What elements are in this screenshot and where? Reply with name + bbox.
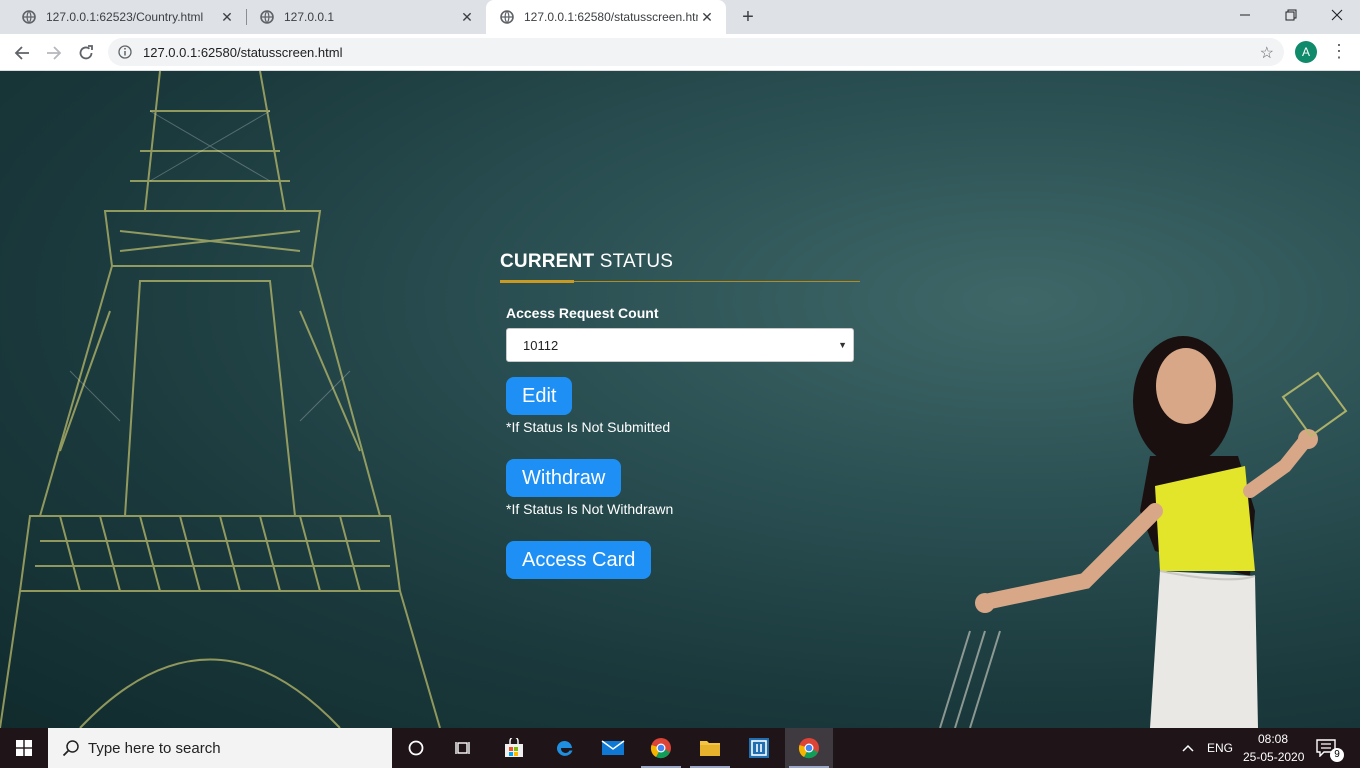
access-request-count-label: Access Request Count [506, 305, 659, 321]
new-tab-button[interactable]: + [738, 7, 758, 27]
search-icon [62, 740, 79, 757]
mail-icon [601, 740, 625, 755]
chrome-active-taskbar-button[interactable] [785, 728, 833, 768]
close-icon [1331, 9, 1343, 21]
task-view-button[interactable] [440, 728, 488, 768]
clock-date[interactable]: 25-05-2020 [1243, 750, 1304, 764]
taskbar: Type here to search ENG 08:08 25-05-2020… [0, 728, 1360, 768]
show-hidden-icons-button[interactable] [1176, 728, 1200, 768]
restore-button[interactable] [1268, 0, 1314, 30]
back-button[interactable] [10, 41, 34, 65]
page-title: CURRENT STATUS [500, 251, 860, 277]
edit-note: *If Status Is Not Submitted [506, 419, 671, 435]
url-text[interactable]: 127.0.0.1:62580/statusscreen.html [143, 45, 342, 60]
withdraw-note: *If Status Is Not Withdrawn [506, 501, 674, 517]
browser-menu-icon[interactable]: ⋮ [1330, 41, 1348, 63]
tab-title: 127.0.0.1:62523/Country.html [46, 10, 204, 24]
dropdown-arrow-icon: ▼ [838, 340, 847, 350]
tab-strip: 127.0.0.1:62523/Country.html ✕ 127.0.0.1… [0, 0, 1360, 34]
taskbar-search-box[interactable]: Type here to search [48, 728, 392, 768]
browser-toolbar: 127.0.0.1:62580/statusscreen.html ☆ A ⋮ [0, 34, 1360, 71]
bookmark-star-icon[interactable]: ☆ [1260, 43, 1274, 63]
clock-time[interactable]: 08:08 [1258, 732, 1288, 746]
language-indicator[interactable]: ENG [1207, 741, 1233, 755]
store-button[interactable] [490, 728, 538, 768]
file-explorer-button[interactable] [686, 728, 734, 768]
reload-icon [79, 45, 93, 60]
store-bag-icon [505, 738, 523, 757]
cortana-circle-icon [408, 740, 424, 756]
start-button[interactable] [0, 728, 48, 768]
selected-value: 10112 [523, 338, 559, 353]
close-tab-icon[interactable]: ✕ [700, 10, 714, 24]
tab-country[interactable]: 127.0.0.1:62523/Country.html ✕ [0, 0, 246, 34]
profile-avatar[interactable]: A [1295, 41, 1317, 63]
heading-light: STATUS [599, 251, 674, 272]
passport-sketch [1281, 371, 1348, 438]
mail-button[interactable] [589, 728, 637, 768]
close-tab-icon[interactable]: ✕ [460, 10, 474, 24]
close-window-button[interactable] [1314, 0, 1360, 30]
close-tab-icon[interactable]: ✕ [220, 10, 234, 24]
tab-statusscreen[interactable]: 127.0.0.1:62580/statusscreen.html ✕ [486, 0, 726, 34]
bracket-app-icon [749, 738, 769, 758]
edge-button[interactable] [540, 728, 588, 768]
chrome-icon [650, 738, 671, 759]
heading-underline [500, 280, 860, 283]
windows-logo-icon [16, 740, 32, 756]
heading-underline-accent [500, 280, 574, 283]
eiffel-tower-sketch [0, 71, 441, 728]
forward-arrow-icon [47, 46, 62, 60]
minimize-icon [1240, 14, 1250, 16]
task-view-icon [455, 742, 470, 754]
chrome-icon [798, 738, 819, 759]
chrome-taskbar-button[interactable] [637, 728, 685, 768]
woman-figure [975, 336, 1318, 728]
address-bar[interactable]: 127.0.0.1:62580/statusscreen.html ☆ [108, 38, 1284, 66]
cortana-button[interactable] [392, 728, 440, 768]
tab-localhost[interactable]: 127.0.0.1 ✕ [238, 0, 486, 34]
edit-button[interactable]: Edit [506, 377, 573, 415]
minimize-button[interactable] [1222, 0, 1268, 30]
back-arrow-icon [14, 46, 29, 60]
chevron-up-icon [1182, 744, 1194, 752]
action-center-button[interactable]: 9 [1306, 728, 1346, 768]
folder-icon [700, 741, 720, 756]
access-card-button[interactable]: Access Card [506, 541, 652, 579]
tab-title: 127.0.0.1 [284, 10, 335, 24]
withdraw-button[interactable]: Withdraw [506, 459, 622, 497]
heading-bold: CURRENT [500, 251, 595, 272]
access-request-count-select[interactable]: 10112 ▼ [506, 328, 854, 362]
info-icon[interactable] [118, 45, 132, 59]
reload-button[interactable] [74, 41, 98, 65]
tab-title: 127.0.0.1:62580/statusscreen.html [524, 10, 698, 24]
globe-icon [260, 10, 274, 24]
globe-icon [22, 10, 36, 24]
status-page: CURRENT STATUS Access Request Count 1011… [0, 71, 1360, 728]
notification-count-badge: 9 [1330, 748, 1344, 762]
globe-icon [500, 10, 514, 24]
search-placeholder: Type here to search [88, 740, 221, 757]
edge-icon [556, 740, 573, 756]
restore-icon [1285, 9, 1297, 21]
status-panel: CURRENT STATUS Access Request Count 1011… [500, 251, 860, 579]
app-taskbar-button[interactable] [735, 728, 783, 768]
forward-button[interactable] [42, 41, 66, 65]
